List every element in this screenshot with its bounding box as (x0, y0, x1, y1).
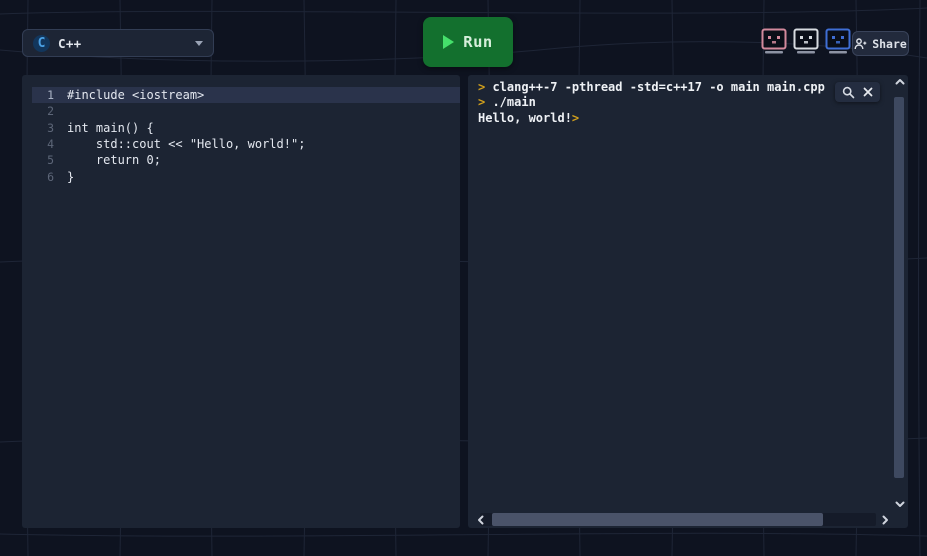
chevron-left-icon (477, 515, 484, 525)
line-number: 3 (32, 121, 54, 135)
monitor-blue-theme-icon[interactable] (825, 28, 851, 55)
chevron-down-icon (895, 501, 905, 508)
terminal-panel[interactable]: > clang++-7 -pthread -std=c++17 -o main … (468, 75, 908, 528)
line-number: 1 (32, 88, 54, 102)
editor-line-row[interactable]: 6} (32, 168, 460, 184)
editor-lines: 1#include <iostream>23int main() {4 std:… (32, 87, 460, 185)
line-number: 5 (32, 153, 54, 167)
line-number: 2 (32, 104, 54, 118)
line-code: } (67, 170, 74, 184)
run-button[interactable]: Run (423, 17, 513, 67)
chevron-down-icon (195, 41, 203, 46)
editor-line-row[interactable]: 5 return 0; (32, 152, 460, 168)
share-button[interactable]: Share (852, 31, 909, 56)
vertical-scrollbar-thumb[interactable] (894, 97, 904, 478)
terminal-text: Hello, world! (478, 111, 572, 125)
share-label: Share (872, 37, 907, 51)
language-dropdown[interactable]: C C++ (22, 29, 214, 57)
editor-line-row[interactable]: 1 #include <iostream> (32, 87, 460, 103)
chevron-right-icon (882, 515, 889, 525)
person-add-icon (854, 38, 867, 50)
line-number: 6 (32, 170, 54, 184)
line-code: #include <iostream> (67, 88, 204, 102)
cpp-logo-icon: C (33, 35, 50, 52)
monitor-grey-theme-icon[interactable] (793, 28, 819, 55)
terminal-text: ./main (485, 95, 536, 109)
terminal-line: Hello, world!> (478, 111, 908, 126)
language-label: C++ (58, 36, 81, 51)
line-code: return 0; (67, 153, 161, 167)
scroll-left-button[interactable] (477, 515, 484, 525)
editor-line-row[interactable]: 4 std::cout << "Hello, world!"; (32, 136, 460, 152)
theme-switcher (761, 28, 851, 55)
close-icon (863, 87, 873, 97)
terminal-text: clang++-7 -pthread -std=c++17 -o main ma… (485, 80, 825, 94)
code-editor-panel[interactable]: 1#include <iostream>23int main() {4 std:… (22, 75, 460, 528)
chevron-up-icon (895, 78, 905, 85)
terminal-search-toolbar (835, 82, 880, 102)
monitor-red-theme-icon[interactable] (761, 28, 787, 55)
line-code: int main() { (67, 121, 154, 135)
horizontal-scrollbar-thumb[interactable] (492, 513, 823, 526)
editor-line-row[interactable]: 2 (32, 103, 460, 119)
search-button[interactable] (842, 86, 855, 99)
prompt-symbol: > (572, 111, 579, 125)
editor-line-row[interactable]: 3 int main() { (32, 120, 460, 136)
run-label: Run (463, 33, 493, 51)
compiler-app: C C++ Run (0, 0, 927, 556)
scroll-right-button[interactable] (882, 515, 889, 525)
scroll-up-button[interactable] (895, 78, 905, 85)
line-code: std::cout << "Hello, world!"; (67, 137, 305, 151)
close-button[interactable] (863, 87, 873, 97)
line-number: 4 (32, 137, 54, 151)
scroll-down-button[interactable] (895, 501, 905, 508)
play-icon (443, 35, 454, 49)
search-icon (842, 86, 855, 99)
